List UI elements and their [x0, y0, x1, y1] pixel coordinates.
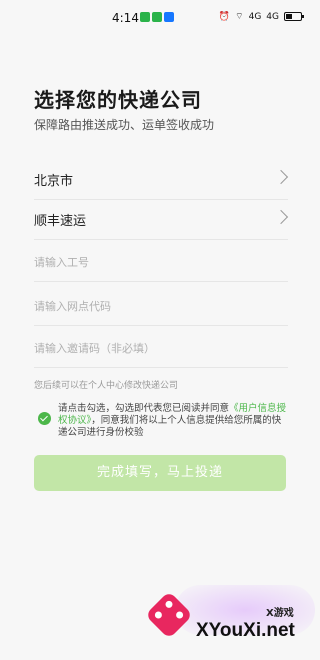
- page-subtitle: 保障路由推送成功、运单签收成功: [34, 118, 215, 132]
- submit-button[interactable]: 完成填写，马上投递: [34, 455, 286, 491]
- agreement-text-before: 请点击勾选，勾选即代表您已阅读并同意: [58, 403, 230, 414]
- invite-code-placeholder: 请输入邀请码（非必填）: [34, 342, 155, 355]
- status-time: 4:14: [112, 11, 139, 25]
- status-bar: 4:14 ⏰ ⌔ 4G 4G: [0, 0, 320, 36]
- agreement-text: 请点击勾选，勾选即代表您已阅读并同意《用户信息授权协议》，同意我们将以上个人信息…: [58, 403, 288, 439]
- company-selector[interactable]: 顺丰速运: [34, 200, 289, 240]
- employee-id-placeholder: 请输入工号: [34, 256, 89, 269]
- chevron-right-icon: [273, 209, 289, 225]
- wechat-icon: [140, 12, 150, 22]
- outlet-code-field[interactable]: 请输入网点代码: [34, 286, 288, 326]
- chevron-right-icon: [273, 169, 289, 185]
- alipay-icon: [164, 12, 174, 22]
- message-icon: [152, 12, 162, 22]
- hint-text: 您后续可以在个人中心修改快递公司: [34, 381, 179, 391]
- status-icons: ⏰ ⌔ 4G 4G: [218, 11, 304, 22]
- battery-icon: [284, 12, 304, 21]
- watermark-label: X游戏: [266, 608, 294, 619]
- page-title: 选择您的快递公司: [34, 88, 202, 112]
- agreement-checkbox[interactable]: [38, 412, 51, 425]
- outlet-code-placeholder: 请输入网点代码: [34, 300, 111, 313]
- employee-id-field[interactable]: 请输入工号: [34, 242, 288, 282]
- wifi-icon: ⌔: [235, 12, 244, 22]
- alarm-icon: ⏰: [218, 11, 231, 22]
- invite-code-field[interactable]: 请输入邀请码（非必填）: [34, 328, 288, 368]
- signal-1-icon: 4G: [248, 11, 262, 22]
- city-value: 北京市: [34, 174, 74, 189]
- watermark-text: XYouXi.net: [196, 620, 295, 641]
- signal-2-icon: 4G: [266, 11, 279, 22]
- city-selector[interactable]: 北京市: [34, 160, 289, 200]
- company-value: 顺丰速运: [34, 214, 87, 229]
- agreement-text-after: ，同意我们将以上个人信息提供给您所属的快递公司进行身份校验: [58, 415, 282, 438]
